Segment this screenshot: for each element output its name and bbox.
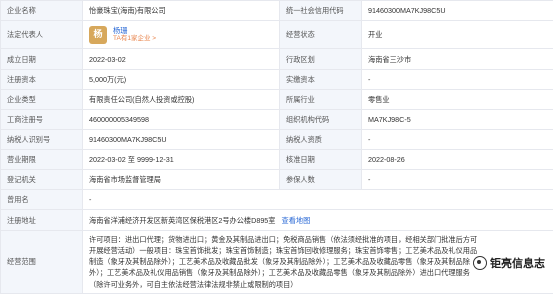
table-row: 企业类型 有限责任公司(自然人投资或控股) 所属行业 零售业 — [1, 90, 553, 110]
label-org-code: 组织机构代码 — [280, 110, 362, 130]
wechat-account-icon — [473, 256, 487, 270]
label-founded: 成立日期 — [1, 49, 83, 70]
label-credit-code: 统一社会信用代码 — [280, 1, 362, 21]
label-legal-rep: 法定代表人 — [1, 21, 83, 49]
watermark: 钜亮信息志 — [471, 254, 547, 272]
table-row: 法定代表人 杨 杨珊 TA有1家企业 > 经营状态 开业 — [1, 21, 553, 49]
label-taxpayer-id: 纳税人识别号 — [1, 130, 83, 150]
value-status: 开业 — [362, 21, 553, 49]
label-status: 经营状态 — [280, 21, 362, 49]
label-former-name: 曾用名 — [1, 190, 83, 210]
value-registered-capital: 5,000万(元) — [83, 70, 280, 90]
table-row: 注册资本 5,000万(元) 实缴资本 - — [1, 70, 553, 90]
label-company-name: 企业名称 — [1, 1, 83, 21]
related-companies-link[interactable]: TA有1家企业 > — [113, 35, 156, 43]
label-approval-date: 核准日期 — [280, 150, 362, 170]
company-info-table: 企业名称 怡豪珠宝(海南)有限公司 统一社会信用代码 91460300MA7KJ… — [0, 0, 553, 294]
view-map-link[interactable]: 查看地图 — [282, 216, 311, 225]
label-registration-authority: 登记机关 — [1, 170, 83, 190]
label-region: 行政区划 — [280, 49, 362, 70]
table-row: 纳税人识别号 91460300MA7KJ98C5U 纳税人资质 - — [1, 130, 553, 150]
label-reg-number: 工商注册号 — [1, 110, 83, 130]
value-reg-number: 460000005349598 — [83, 110, 280, 130]
label-business-scope: 经营范围 — [1, 231, 83, 294]
value-credit-code: 91460300MA7KJ98C5U — [362, 1, 553, 21]
label-taxpayer-qualification: 纳税人资质 — [280, 130, 362, 150]
value-business-term: 2022-03-02 至 9999-12-31 — [83, 150, 280, 170]
value-insured-count: - — [362, 170, 553, 190]
value-region: 海南省三沙市 — [362, 49, 553, 70]
value-founded: 2022-03-02 — [83, 49, 280, 70]
label-registered-capital: 注册资本 — [1, 70, 83, 90]
watermark-text: 钜亮信息志 — [490, 255, 545, 271]
avatar[interactable]: 杨 — [89, 26, 107, 44]
value-paid-capital: - — [362, 70, 553, 90]
value-approval-date: 2022-08-26 — [362, 150, 553, 170]
value-registration-authority: 海南省市场监督管理局 — [83, 170, 280, 190]
label-insured-count: 参保人数 — [280, 170, 362, 190]
table-row: 工商注册号 460000005349598 组织机构代码 MA7KJ98C-5 — [1, 110, 553, 130]
table-row: 曾用名 - — [1, 190, 553, 210]
value-registered-address: 海南省洋浦经济开发区新英湾区保税港区2号办公楼D895室查看地图 — [83, 210, 553, 231]
table-row: 成立日期 2022-03-02 行政区划 海南省三沙市 — [1, 49, 553, 70]
label-industry: 所属行业 — [280, 90, 362, 110]
value-company-name: 怡豪珠宝(海南)有限公司 — [83, 1, 280, 21]
value-industry: 零售业 — [362, 90, 553, 110]
value-company-type: 有限责任公司(自然人投资或控股) — [83, 90, 280, 110]
label-registered-address: 注册地址 — [1, 210, 83, 231]
table-row: 登记机关 海南省市场监督管理局 参保人数 - — [1, 170, 553, 190]
legal-rep-name-link[interactable]: 杨珊 — [113, 26, 156, 35]
address-text: 海南省洋浦经济开发区新英湾区保税港区2号办公楼D895室 — [89, 216, 276, 225]
label-paid-capital: 实缴资本 — [280, 70, 362, 90]
table-row: 企业名称 怡豪珠宝(海南)有限公司 统一社会信用代码 91460300MA7KJ… — [1, 1, 553, 21]
value-legal-rep: 杨 杨珊 TA有1家企业 > — [83, 21, 280, 49]
value-org-code: MA7KJ98C-5 — [362, 110, 553, 130]
table-row: 营业期限 2022-03-02 至 9999-12-31 核准日期 2022-0… — [1, 150, 553, 170]
value-taxpayer-id: 91460300MA7KJ98C5U — [83, 130, 280, 150]
label-business-term: 营业期限 — [1, 150, 83, 170]
value-former-name: - — [83, 190, 553, 210]
value-taxpayer-qualification: - — [362, 130, 553, 150]
label-company-type: 企业类型 — [1, 90, 83, 110]
table-row: 注册地址 海南省洋浦经济开发区新英湾区保税港区2号办公楼D895室查看地图 — [1, 210, 553, 231]
